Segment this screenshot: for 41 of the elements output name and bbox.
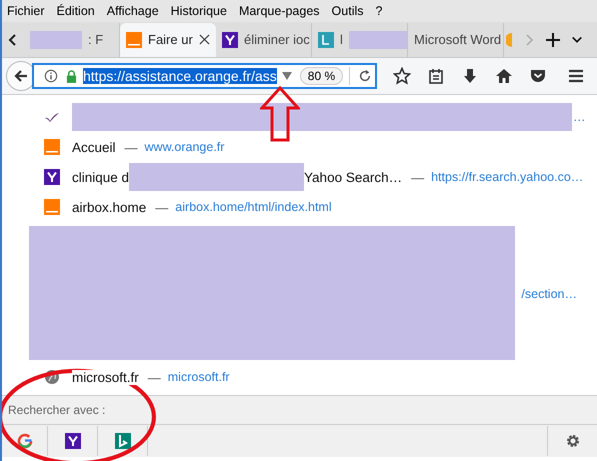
menu-item[interactable]: Édition (56, 4, 95, 18)
tab-title: éliminer ioc (244, 32, 310, 47)
suggestion-row[interactable]: … (2, 102, 597, 132)
suggestion-title: microsoft.fr (72, 370, 139, 384)
tab-title: Microsoft Word (414, 32, 502, 47)
suggestion-url[interactable]: airbox.home/html/index.html (175, 200, 332, 214)
suggestion-title: airbox.home (72, 200, 146, 214)
browser-tab[interactable]: l (312, 22, 408, 56)
suggestion-title: Yahoo Search… (304, 170, 402, 184)
suggestion-title: clinique d (72, 170, 130, 184)
suggestion-url[interactable]: www.orange.fr (144, 140, 224, 154)
menu-item[interactable]: Historique (170, 4, 227, 18)
browser-tab[interactable]: éliminer ioc (216, 22, 312, 56)
browser-tab[interactable]: Microsoft Word (408, 22, 504, 56)
browser-tab[interactable]: Faire ur (120, 22, 216, 56)
menu-item[interactable]: Affichage (106, 4, 159, 18)
separator-dash: — (155, 200, 168, 214)
separator-dash: — (411, 170, 424, 184)
separator-dash: — (148, 370, 161, 384)
tab-title: : F (88, 32, 104, 47)
search-with-label: Rechercher avec : (8, 403, 106, 417)
suggestion-url[interactable]: /section… (521, 287, 577, 301)
menu-item[interactable]: ? (376, 4, 382, 18)
suggestion-row[interactable]: airbox.home — airbox.home/html/index.html (2, 192, 597, 222)
suggestion-url[interactable]: … (573, 110, 586, 124)
zoom-level[interactable]: 80 % (300, 67, 344, 85)
menu-item[interactable]: Outils (332, 4, 364, 18)
tab-title: Faire ur (148, 32, 193, 47)
url-text: https://assistance.orange.fr/ass (83, 68, 277, 84)
menu-item[interactable]: Marque-pages (238, 4, 320, 18)
tab-title: l (340, 32, 343, 47)
suggestion-row[interactable]: Accueil — www.orange.fr (2, 132, 597, 162)
browser-tab[interactable]: : F (24, 22, 120, 56)
suggestion-url[interactable]: https://fr.search.yahoo.co… (431, 170, 584, 184)
separator-dash: — (124, 140, 138, 154)
suggestion-row[interactable]: clinique d Yahoo Search… — https://fr.search.yahoo.co… (2, 162, 597, 192)
address-bar[interactable]: https://assistance.orange.fr/ass 80 % (32, 63, 377, 89)
menu-item[interactable]: Fichier (7, 4, 45, 18)
suggestion-row[interactable]: microsoft.fr — microsoft.fr (2, 362, 597, 392)
suggestion-title: Accueil (72, 140, 116, 154)
suggestion-url[interactable]: microsoft.fr (168, 370, 230, 384)
